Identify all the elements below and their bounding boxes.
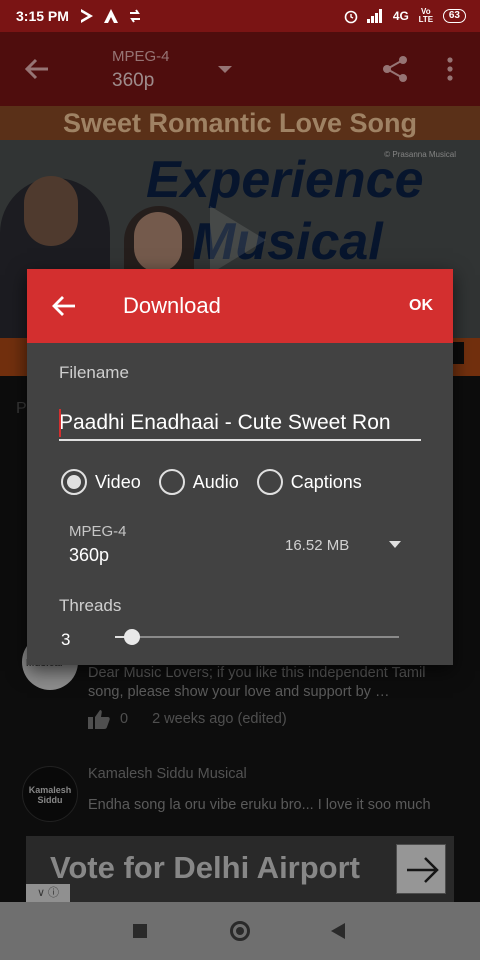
threads-label: Threads bbox=[59, 596, 122, 615]
signal-icon bbox=[366, 9, 382, 23]
arrow-back-icon[interactable] bbox=[51, 293, 77, 319]
quality-resolution[interactable]: 360p bbox=[69, 545, 109, 566]
screen-record-icon bbox=[80, 9, 93, 23]
filename-input[interactable]: Paadhi Enadhaai - Cute Sweet Ron bbox=[59, 401, 421, 441]
quality-format[interactable]: MPEG-4 bbox=[69, 523, 127, 540]
radio-captions[interactable]: Captions bbox=[256, 469, 362, 495]
sync-icon bbox=[129, 9, 140, 23]
status-bar: 3:15 PM 4G Vo LTE 63 bbox=[0, 0, 480, 32]
threads-slider[interactable] bbox=[115, 629, 399, 645]
network-type: 4G bbox=[392, 9, 409, 23]
radio-video[interactable]: Video bbox=[61, 469, 141, 495]
status-time: 3:15 PM bbox=[16, 8, 69, 24]
download-type-group: Video Audio Captions bbox=[61, 469, 380, 495]
dialog-title: Download bbox=[123, 293, 221, 318]
chevron-down-icon[interactable] bbox=[389, 541, 401, 548]
recents-icon[interactable] bbox=[133, 924, 147, 938]
alarm-icon bbox=[344, 10, 358, 24]
battery-indicator: 63 bbox=[442, 9, 466, 23]
dialog-header: Download OK bbox=[27, 269, 453, 343]
app-icon bbox=[103, 9, 118, 23]
radio-button-selected[interactable] bbox=[61, 469, 87, 495]
ok-button[interactable]: OK bbox=[409, 297, 433, 315]
filename-label: Filename bbox=[59, 363, 129, 382]
volte-label: Vo LTE bbox=[418, 7, 434, 24]
radio-audio[interactable]: Audio bbox=[158, 469, 239, 495]
back-icon[interactable] bbox=[331, 923, 345, 939]
home-icon[interactable] bbox=[230, 921, 250, 941]
radio-button[interactable] bbox=[256, 469, 283, 495]
filename-value: Paadhi Enadhaai - Cute Sweet Ron bbox=[59, 411, 391, 434]
threads-slider-thumb[interactable] bbox=[124, 629, 141, 645]
radio-label: Video bbox=[95, 471, 141, 492]
radio-label: Captions bbox=[290, 471, 362, 492]
threads-value: 3 bbox=[61, 630, 71, 649]
radio-button[interactable] bbox=[158, 469, 185, 495]
system-nav-bar bbox=[0, 902, 480, 960]
quality-size[interactable]: 16.52 MB bbox=[285, 537, 349, 554]
download-dialog: Download OK Filename Paadhi Enadhaai - C… bbox=[27, 269, 453, 665]
radio-label: Audio bbox=[192, 471, 239, 492]
text-cursor bbox=[59, 409, 61, 437]
